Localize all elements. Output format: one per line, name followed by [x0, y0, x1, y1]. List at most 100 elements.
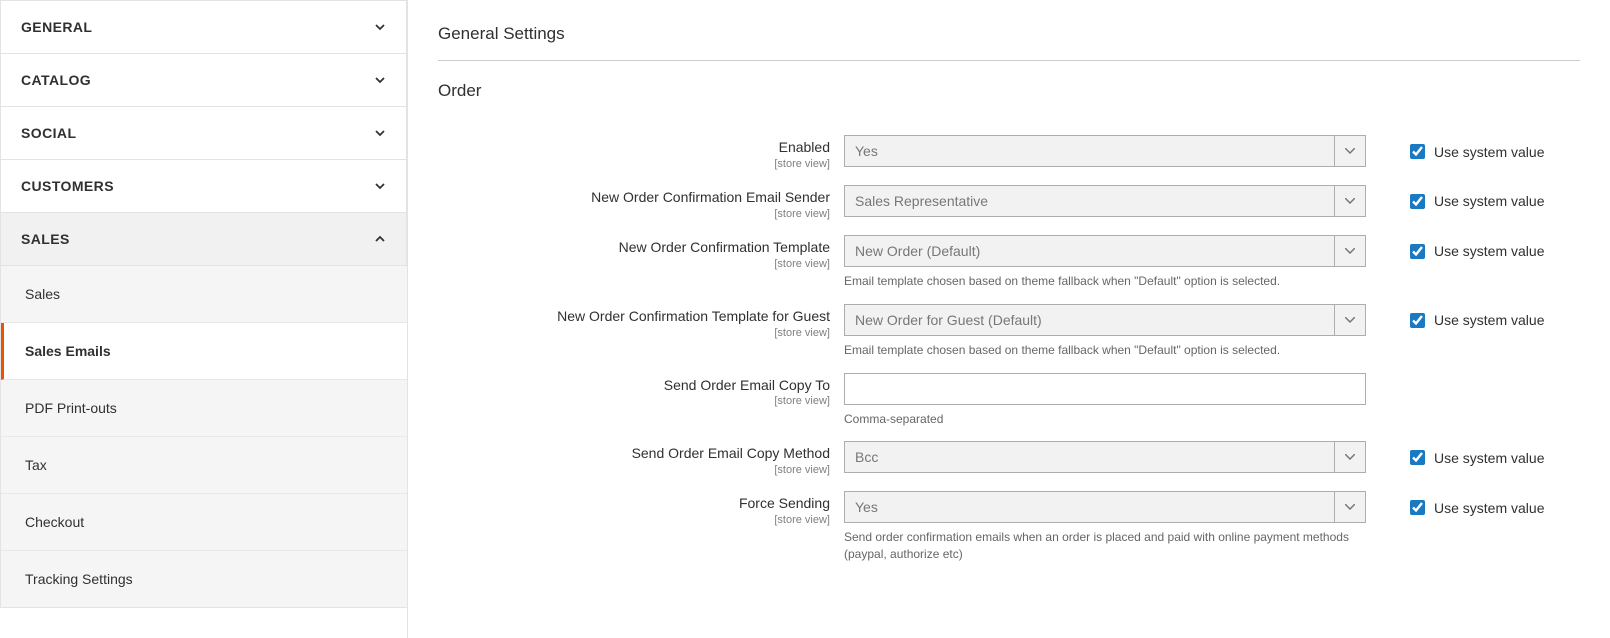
sidebar-section-label: SALES [21, 231, 70, 247]
field-template: New Order Confirmation Template [store v… [438, 229, 1580, 290]
chevron-down-icon [374, 74, 386, 86]
force-sending-select: Yes [844, 491, 1366, 523]
sidebar-header-customers[interactable]: CUSTOMERS [1, 160, 406, 212]
sidebar-item-label: Tracking Settings [25, 571, 133, 587]
sidebar-header-sales[interactable]: SALES [1, 213, 406, 265]
select-value: Bcc [855, 449, 878, 465]
sidebar-header-catalog[interactable]: CATALOG [1, 54, 406, 106]
chevron-down-icon [374, 21, 386, 33]
sidebar-item-tax[interactable]: Tax [1, 437, 407, 494]
sidebar-header-social[interactable]: SOCIAL [1, 107, 406, 159]
field-copy-method: Send Order Email Copy Method [store view… [438, 435, 1580, 477]
use-system-force-sending[interactable]: Use system value [1366, 491, 1544, 518]
label-text: New Order Confirmation Email Sender [591, 189, 830, 205]
sidebar-item-label: PDF Print-outs [25, 400, 117, 416]
help-text: Send order confirmation emails when an o… [844, 529, 1366, 563]
use-system-label: Use system value [1434, 450, 1544, 466]
field-control: New Order for Guest (Default) Email temp… [844, 304, 1366, 359]
field-enabled: Enabled [store view] Yes Use system valu… [438, 129, 1580, 171]
select-value: New Order for Guest (Default) [855, 312, 1042, 328]
sidebar-section-sales: SALES Sales Sales Emails PDF Print-outs … [0, 213, 407, 608]
sidebar-section-label: GENERAL [21, 19, 92, 35]
scope-text: [store view] [438, 327, 830, 340]
sidebar-item-label: Checkout [25, 514, 84, 530]
copy-method-select: Bcc [844, 441, 1366, 473]
template-select: New Order (Default) [844, 235, 1366, 267]
use-system-copy-method[interactable]: Use system value [1366, 441, 1544, 468]
field-label: Send Order Email Copy To [store view] [438, 373, 844, 409]
use-system-checkbox[interactable] [1410, 194, 1425, 209]
label-text: Force Sending [739, 495, 830, 511]
use-system-checkbox[interactable] [1410, 500, 1425, 515]
use-system-label: Use system value [1434, 243, 1544, 259]
use-system-template[interactable]: Use system value [1366, 235, 1544, 262]
field-template-guest: New Order Confirmation Template for Gues… [438, 298, 1580, 359]
sidebar-section-label: SOCIAL [21, 125, 76, 141]
label-text: Enabled [779, 139, 830, 155]
field-label: Enabled [store view] [438, 135, 844, 171]
field-control: Sales Representative [844, 185, 1366, 217]
scope-text: [store view] [438, 464, 830, 477]
use-system-checkbox[interactable] [1410, 244, 1425, 259]
label-text: New Order Confirmation Template [619, 239, 830, 255]
field-label: New Order Confirmation Template for Gues… [438, 304, 844, 340]
select-value: Yes [855, 143, 878, 159]
help-text: Email template chosen based on theme fal… [844, 342, 1366, 359]
scope-text: [store view] [438, 514, 830, 527]
label-text: Send Order Email Copy Method [632, 445, 830, 461]
field-sender: New Order Confirmation Email Sender [sto… [438, 179, 1580, 221]
sidebar-item-checkout[interactable]: Checkout [1, 494, 407, 551]
use-system-checkbox[interactable] [1410, 450, 1425, 465]
main-content: General Settings Order Enabled [store vi… [408, 0, 1610, 638]
field-force-sending: Force Sending [store view] Yes Send orde… [438, 485, 1580, 563]
scope-text: [store view] [438, 158, 830, 171]
chevron-up-icon [374, 233, 386, 245]
sidebar-section-general: GENERAL [0, 0, 407, 54]
sender-select: Sales Representative [844, 185, 1366, 217]
copy-to-input[interactable] [844, 373, 1366, 405]
scope-text: [store view] [438, 208, 830, 221]
sidebar-section-customers: CUSTOMERS [0, 160, 407, 213]
help-text: Email template chosen based on theme fal… [844, 273, 1366, 290]
sidebar-item-sales[interactable]: Sales [1, 266, 407, 323]
use-system-label: Use system value [1434, 144, 1544, 160]
sidebar-section-label: CUSTOMERS [21, 178, 114, 194]
field-label: New Order Confirmation Template [store v… [438, 235, 844, 271]
sidebar-section-catalog: CATALOG [0, 54, 407, 107]
chevron-down-icon [374, 127, 386, 139]
sidebar-header-general[interactable]: GENERAL [1, 1, 406, 53]
label-text: Send Order Email Copy To [664, 377, 830, 393]
scope-text: [store view] [438, 395, 830, 408]
field-label: Force Sending [store view] [438, 491, 844, 527]
use-system-sender[interactable]: Use system value [1366, 185, 1544, 212]
sidebar-item-label: Sales Emails [25, 343, 111, 359]
use-system-checkbox[interactable] [1410, 313, 1425, 328]
select-value: Yes [855, 499, 878, 515]
config-sidebar: GENERAL CATALOG SOCIAL CUSTOMERS SALES S… [0, 0, 408, 638]
sidebar-item-label: Sales [25, 286, 60, 302]
sidebar-item-tracking-settings[interactable]: Tracking Settings [1, 551, 407, 607]
use-system-label: Use system value [1434, 500, 1544, 516]
use-system-enabled[interactable]: Use system value [1366, 135, 1544, 162]
label-text: New Order Confirmation Template for Gues… [557, 308, 830, 324]
use-system-checkbox[interactable] [1410, 144, 1425, 159]
sidebar-item-pdf-printouts[interactable]: PDF Print-outs [1, 380, 407, 437]
use-system-template-guest[interactable]: Use system value [1366, 304, 1544, 331]
use-system-label: Use system value [1434, 312, 1544, 328]
sidebar-sublist-sales: Sales Sales Emails PDF Print-outs Tax Ch… [0, 265, 407, 607]
select-value: New Order (Default) [855, 243, 980, 259]
sidebar-item-label: Tax [25, 457, 47, 473]
field-label: Send Order Email Copy Method [store view… [438, 441, 844, 477]
field-control: Bcc [844, 441, 1366, 473]
sidebar-section-social: SOCIAL [0, 107, 407, 160]
help-text: Comma-separated [844, 411, 1366, 428]
field-control: Yes Send order confirmation emails when … [844, 491, 1366, 563]
scope-text: [store view] [438, 258, 830, 271]
divider [438, 60, 1580, 61]
sidebar-item-sales-emails[interactable]: Sales Emails [1, 323, 407, 380]
sidebar-section-label: CATALOG [21, 72, 91, 88]
select-value: Sales Representative [855, 193, 988, 209]
field-label: New Order Confirmation Email Sender [sto… [438, 185, 844, 221]
template-guest-select: New Order for Guest (Default) [844, 304, 1366, 336]
field-control: Comma-separated [844, 373, 1366, 428]
